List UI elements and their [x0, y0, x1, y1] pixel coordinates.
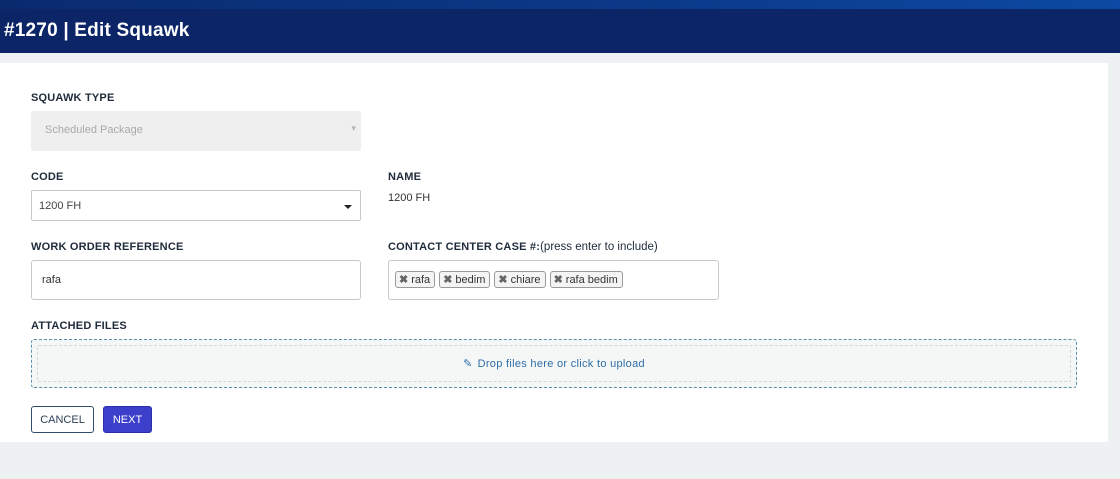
name-label: NAME: [388, 171, 422, 183]
title-bar: #1270 | Edit Squawk: [0, 9, 1120, 53]
squawk-type-select: Scheduled Package ▾: [31, 111, 361, 151]
tag-label: chiare: [510, 273, 541, 286]
tag-label: rafa: [411, 273, 431, 286]
work-order-value: rafa: [42, 274, 61, 286]
caret-down-icon: [344, 205, 352, 209]
cancel-button[interactable]: CANCEL: [31, 406, 94, 433]
work-order-label: WORK ORDER REFERENCE: [31, 241, 184, 253]
contact-case-label: CONTACT CENTER CASE #:(press enter to in…: [388, 241, 658, 253]
paperclip-icon: ✎: [463, 358, 473, 370]
remove-tag-icon[interactable]: ✖: [554, 273, 563, 286]
squawk-type-label: SQUAWK TYPE: [31, 92, 115, 104]
page-title: #1270 | Edit Squawk: [4, 20, 190, 41]
attached-files-label: ATTACHED FILES: [31, 320, 127, 332]
tag-label: rafa bedim: [565, 273, 618, 286]
edit-squawk-form: SQUAWK TYPE Scheduled Package ▾ CODE 120…: [0, 63, 1108, 442]
top-accent-strip: [0, 0, 1120, 9]
tag-chip: ✖ chiare: [494, 271, 546, 288]
remove-tag-icon[interactable]: ✖: [498, 273, 507, 286]
tag-label: bedim: [455, 273, 486, 286]
squawk-type-value: Scheduled Package: [45, 124, 143, 136]
remove-tag-icon[interactable]: ✖: [399, 273, 408, 286]
remove-tag-icon[interactable]: ✖: [443, 273, 452, 286]
work-order-input[interactable]: rafa: [31, 260, 361, 300]
next-button[interactable]: NEXT: [103, 406, 152, 433]
tag-chip: ✖ rafa: [395, 271, 436, 288]
contact-case-tag-input[interactable]: ✖ rafa ✖ bedim ✖ chiare ✖ rafa bedim: [388, 260, 719, 300]
code-label: CODE: [31, 171, 64, 183]
name-value: 1200 FH: [388, 192, 431, 204]
file-dropzone[interactable]: ✎ Drop files here or click to upload: [31, 339, 1077, 388]
dropzone-text: Drop files here or click to upload: [477, 357, 645, 370]
dropzone-inner: ✎ Drop files here or click to upload: [37, 345, 1071, 382]
contact-case-hint: (press enter to include): [540, 241, 658, 253]
chevron-down-icon: ▾: [351, 123, 356, 133]
tag-chip: ✖ bedim: [439, 271, 491, 288]
tag-chip: ✖ rafa bedim: [549, 271, 623, 288]
code-select[interactable]: 1200 FH: [31, 190, 361, 221]
contact-case-label-text: CONTACT CENTER CASE #:: [388, 241, 541, 253]
code-value: 1200 FH: [39, 200, 82, 212]
